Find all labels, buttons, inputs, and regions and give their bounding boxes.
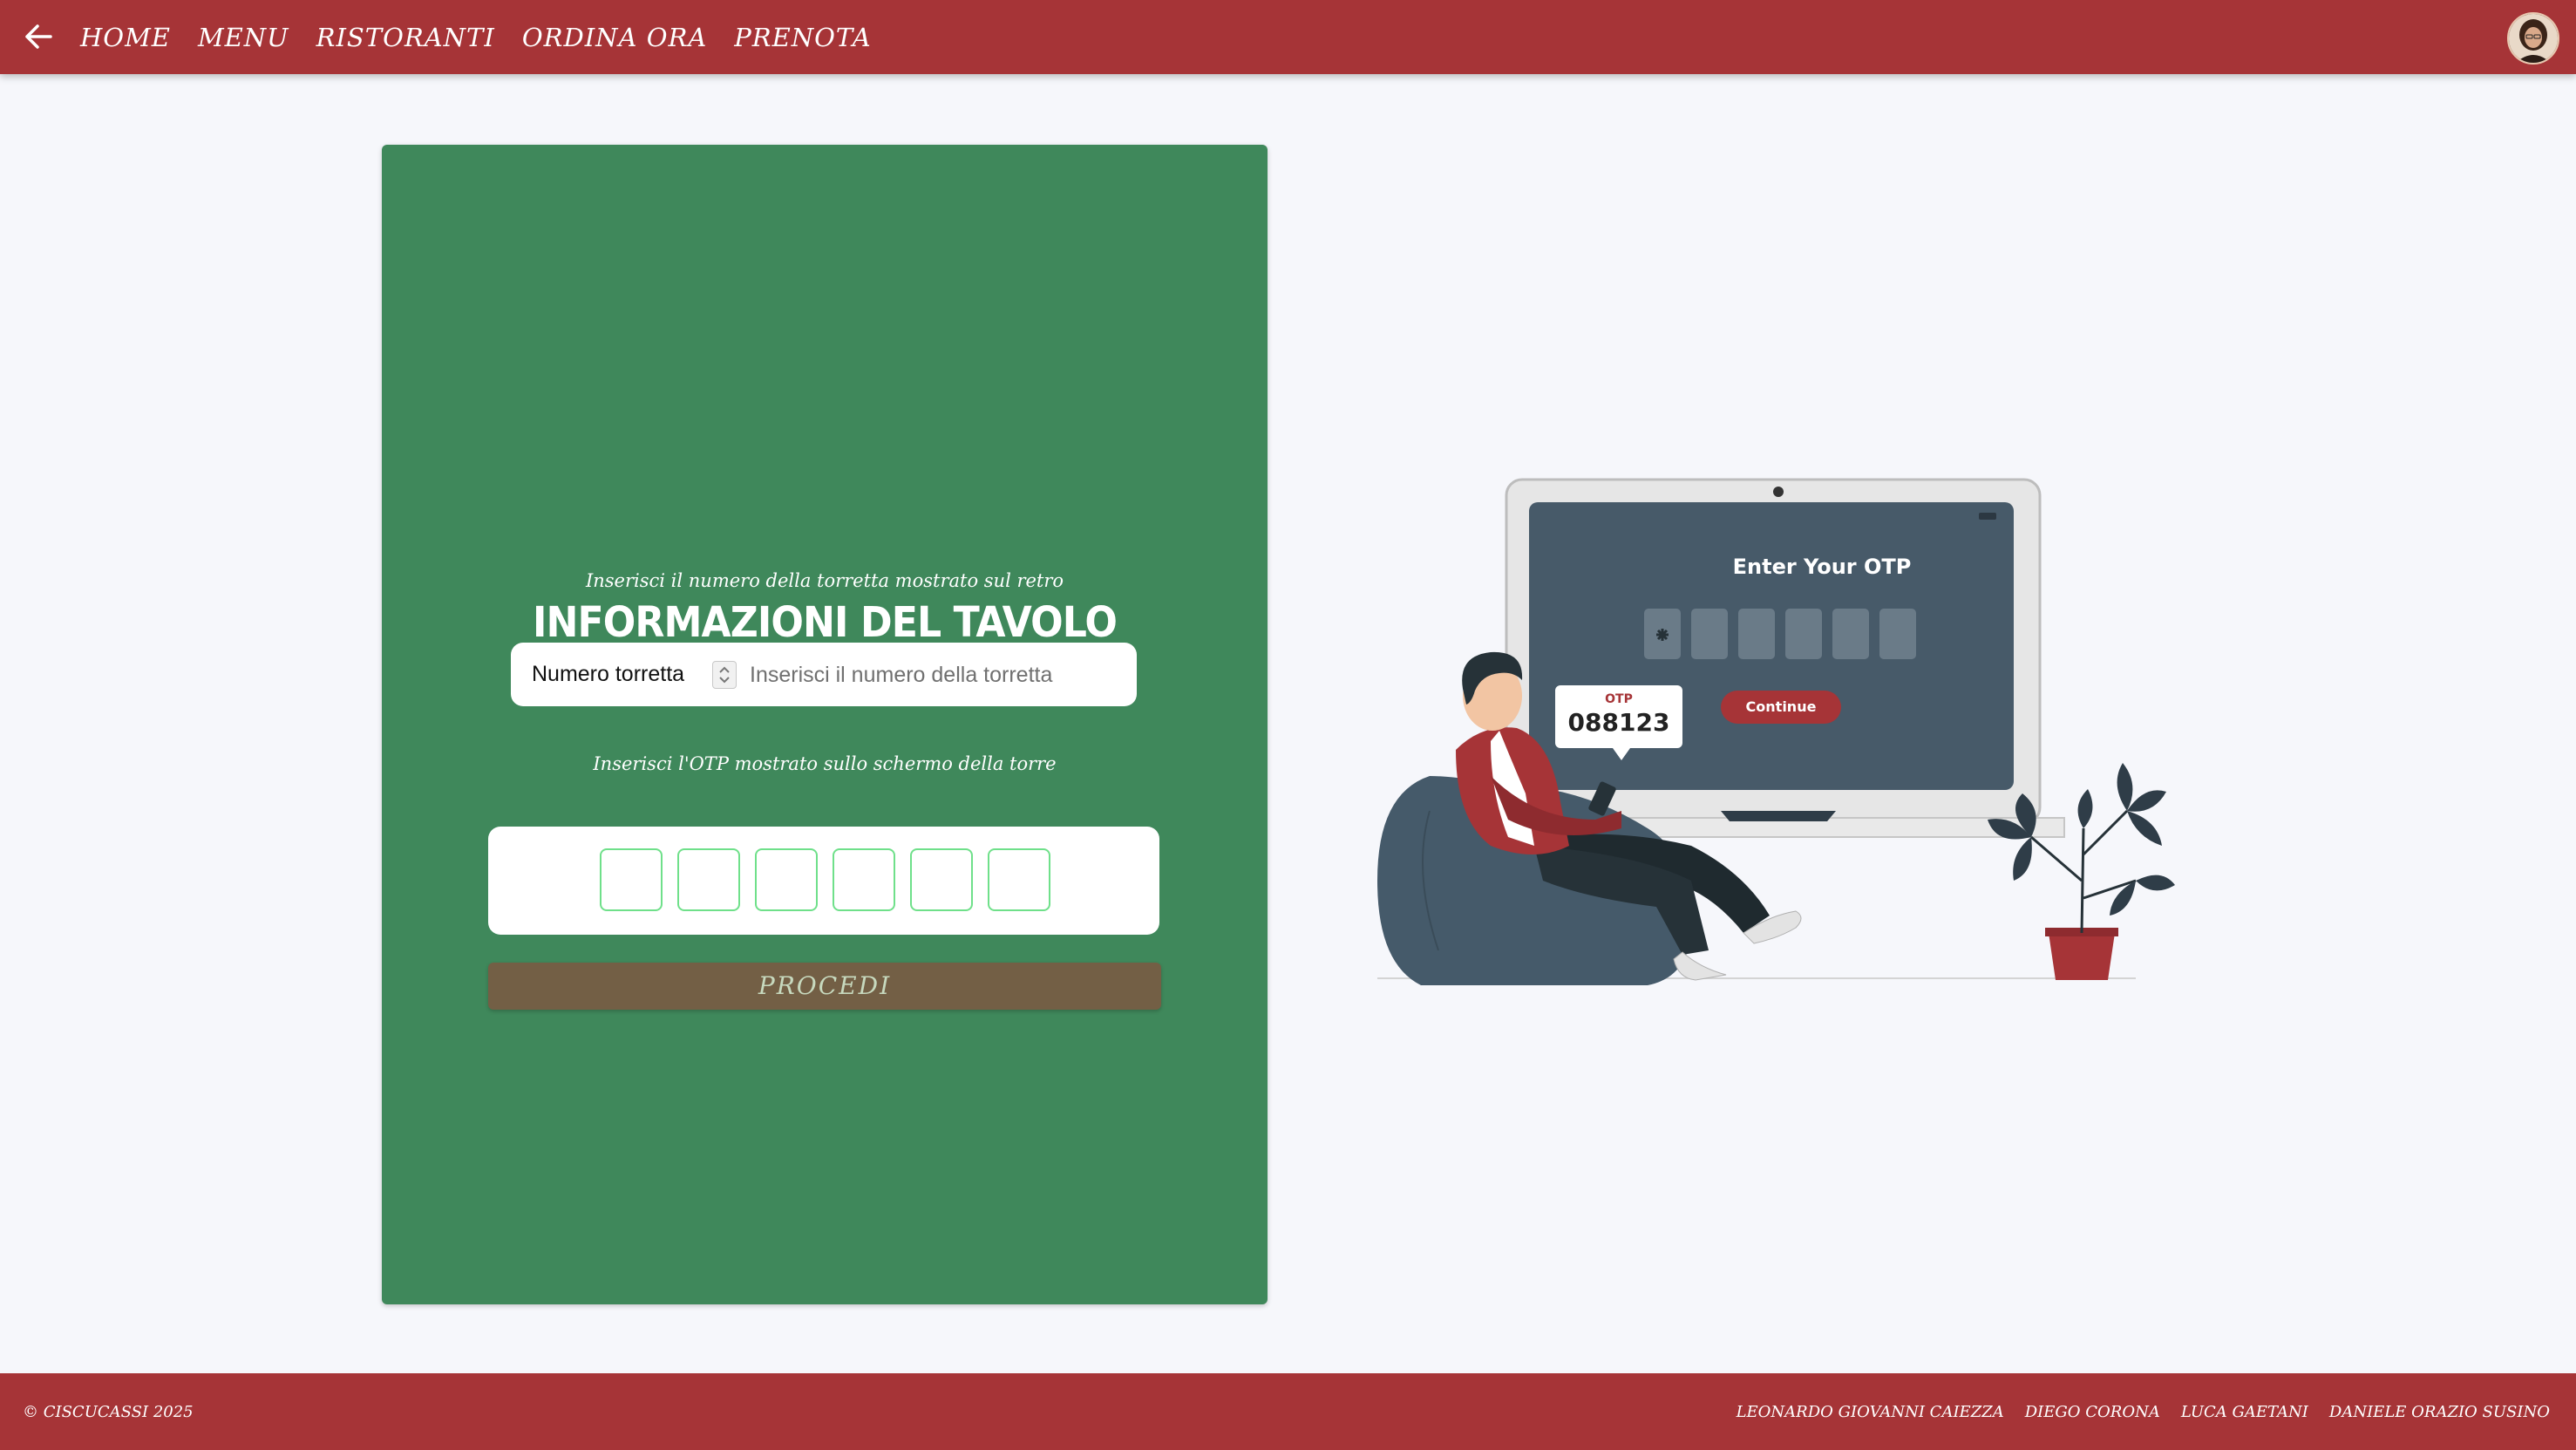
number-stepper[interactable]: [712, 661, 737, 689]
otp-cell-4[interactable]: [833, 848, 895, 911]
otp-cell-1[interactable]: [600, 848, 663, 911]
turret-hint: Inserisci il numero della torretta mostr…: [585, 570, 1064, 591]
nav-link-menu[interactable]: MENU: [198, 23, 289, 52]
illustration-screen-title: Enter Your OTP: [1732, 555, 1912, 579]
nav-link-ordina-ora[interactable]: ORDINA ORA: [522, 23, 707, 52]
otp-cell-3[interactable]: [755, 848, 818, 911]
otp-cell-5[interactable]: [910, 848, 973, 911]
top-navbar: HOME MENU RISTORANTI ORDINA ORA PRENOTA: [0, 0, 2576, 74]
otp-cell-6[interactable]: [988, 848, 1050, 911]
illustration-otp-code: 088123: [1567, 708, 1670, 737]
illustration-continue-label: Continue: [1745, 698, 1817, 715]
back-button[interactable]: [19, 17, 58, 56]
author-caiezza[interactable]: LEONARDO GIOVANNI CAIEZZA: [1737, 1403, 2004, 1421]
footer-authors: LEONARDO GIOVANNI CAIEZZA DIEGO CORONA L…: [1716, 1403, 2550, 1421]
user-avatar[interactable]: [2507, 12, 2559, 65]
card-title: INFORMAZIONI DEL TAVOLO: [532, 598, 1118, 647]
turret-number-input[interactable]: [748, 653, 1109, 697]
otp-illustration: Enter Your OTP OTP 088123 Continue: [1360, 462, 2197, 1003]
author-corona[interactable]: DIEGO CORONA: [2025, 1403, 2160, 1421]
chevron-up-down-icon: [719, 666, 730, 684]
proceed-button[interactable]: PROCEDI: [488, 963, 1161, 1010]
nav-link-ristoranti[interactable]: RISTORANTI: [316, 23, 495, 52]
illustration-otp-tag: OTP: [1605, 692, 1633, 706]
footer: © CISCUCASSI 2025 LEONARDO GIOVANNI CAIE…: [0, 1373, 2576, 1450]
illustration-svg: [1377, 478, 2175, 985]
arrow-left-icon: [25, 24, 52, 49]
author-gaetani[interactable]: LUCA GAETANI: [2181, 1403, 2308, 1421]
otp-cell-2[interactable]: [677, 848, 740, 911]
nav-link-home[interactable]: HOME: [80, 23, 171, 52]
author-susino[interactable]: DANIELE ORAZIO SUSINO: [2329, 1403, 2550, 1421]
footer-copyright: © CISCUCASSI 2025: [23, 1403, 194, 1421]
turret-label: Numero torretta: [532, 662, 685, 686]
nav-links: HOME MENU RISTORANTI ORDINA ORA PRENOTA: [80, 0, 899, 74]
nav-link-prenota[interactable]: PRENOTA: [734, 23, 871, 52]
otp-hint: Inserisci l'OTP mostrato sullo schermo d…: [593, 753, 1057, 774]
otp-input-group: [488, 827, 1159, 935]
avatar-portrait-icon: [2509, 14, 2558, 63]
turret-input-row: Numero torretta: [511, 643, 1137, 706]
table-info-card: INFORMAZIONI DEL TAVOLO Inserisci il num…: [382, 145, 1268, 1304]
